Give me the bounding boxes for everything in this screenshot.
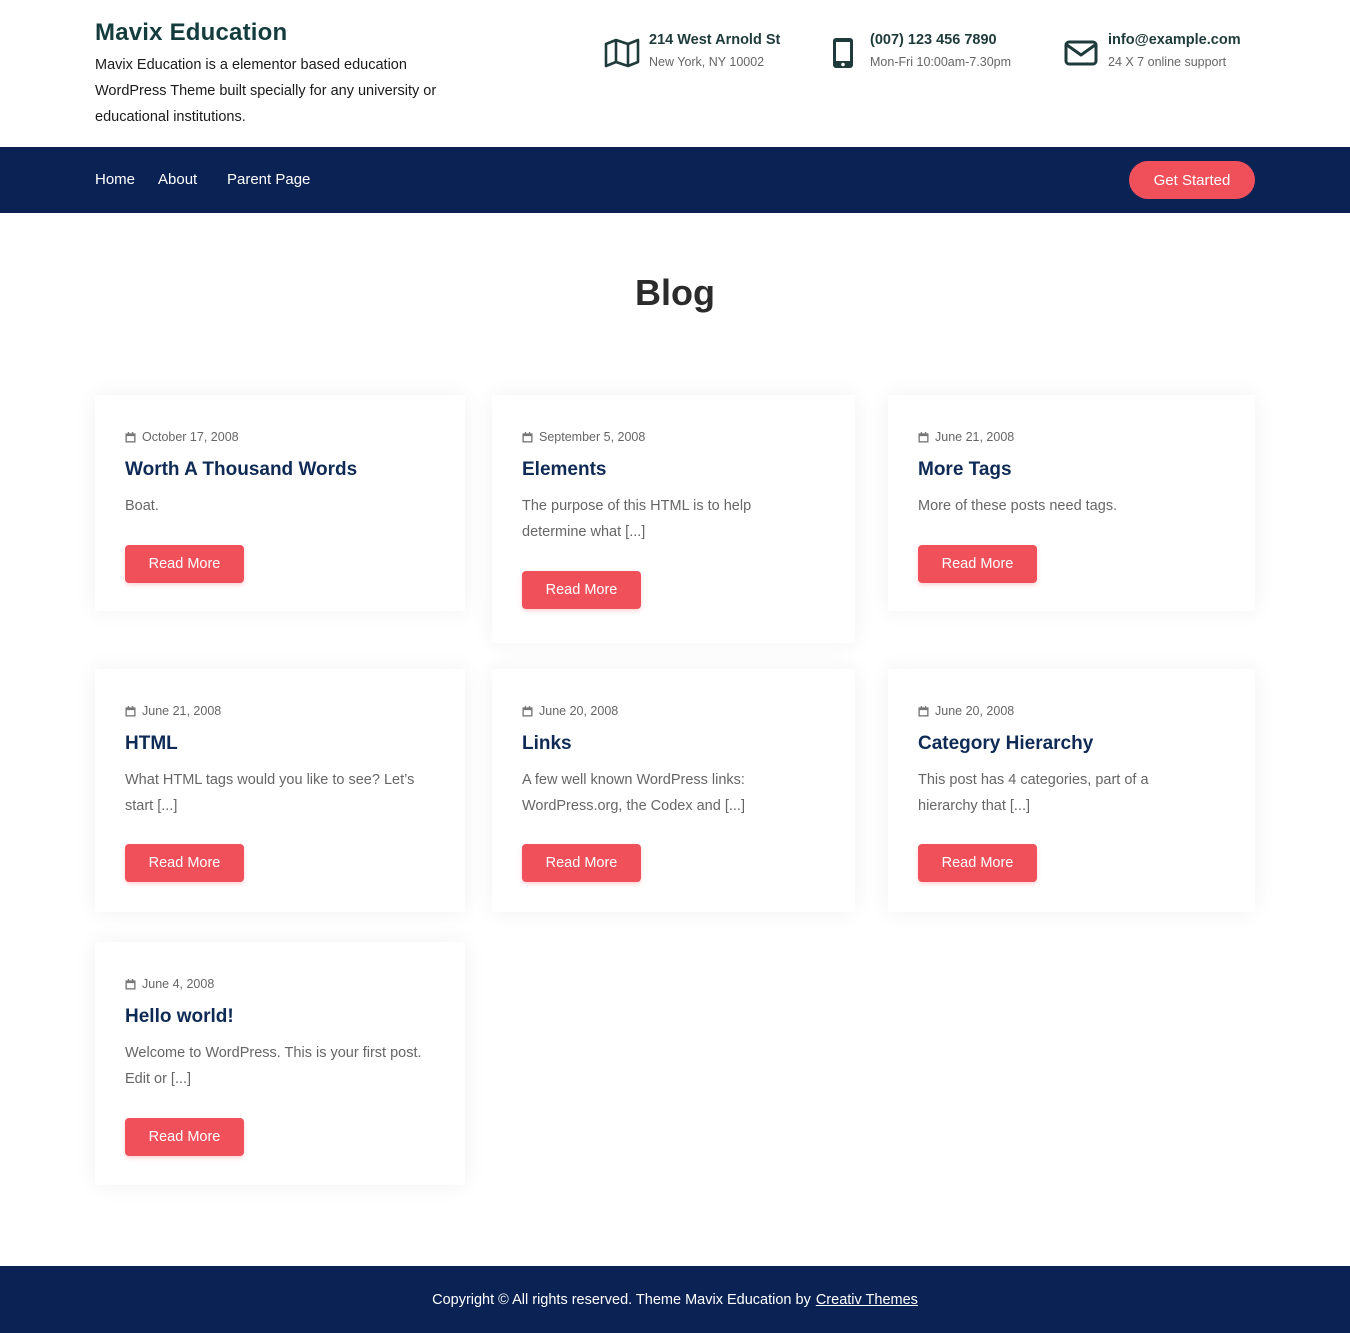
copyright-text: Copyright © All rights reserved. Theme M… [432,1291,811,1308]
site-footer: Copyright © All rights reserved. Theme M… [0,1266,1350,1333]
post-card: June 20, 2008 Category Hierarchy This po… [888,669,1255,912]
post-excerpt: The purpose of this HTML is to help dete… [522,498,752,540]
contact-phone: (007) 123 456 7890 Mon-Fri 10:00am-7.30p… [824,30,1011,74]
read-more-button[interactable]: Read More [125,1118,244,1156]
calendar-icon [522,431,533,443]
post-date: June 21, 2008 [935,430,1015,444]
post-date: June 20, 2008 [539,704,619,718]
post-excerpt: This post has 4 categories, part of a hi… [918,772,1149,814]
read-more-button[interactable]: Read More [125,844,244,882]
post-excerpt: Boat. [125,498,159,514]
post-excerpt: A few well known WordPress links: WordPr… [522,772,745,814]
read-more-button[interactable]: Read More [918,844,1037,882]
post-title[interactable]: Links [522,731,572,757]
mobile-phone-icon [824,36,862,70]
post-card: September 5, 2008 Elements The purpose o… [492,395,855,643]
read-more-button[interactable]: Read More [522,844,641,882]
nav-item-home[interactable]: Home [95,171,135,189]
post-title[interactable]: Elements [522,457,606,483]
read-more-button[interactable]: Read More [918,545,1037,583]
calendar-icon [918,705,929,717]
post-title[interactable]: Category Hierarchy [918,731,1093,757]
calendar-icon [125,705,136,717]
address-city: New York, NY 10002 [649,55,765,69]
post-title[interactable]: Hello world! [125,1004,234,1030]
map-icon [603,36,641,70]
calendar-icon [125,431,136,443]
post-title[interactable]: HTML [125,731,178,757]
phone-number[interactable]: (007) 123 456 7890 [870,30,1011,50]
post-date: October 17, 2008 [142,430,239,444]
email-address[interactable]: info@example.com [1108,30,1241,50]
read-more-button[interactable]: Read More [522,571,641,609]
contact-email: info@example.com 24 X 7 online support [1062,30,1241,74]
post-date: June 20, 2008 [935,704,1015,718]
post-card: October 17, 2008 Worth A Thousand Words … [95,395,465,611]
footer-credit-link[interactable]: Creativ Themes [816,1292,918,1308]
post-excerpt: Welcome to WordPress. This is your first… [125,1045,422,1087]
nav-item-parent-page[interactable]: Parent Page [227,171,310,189]
envelope-icon [1062,36,1100,70]
site-description: Mavix Education is a elementor based edu… [95,57,437,125]
post-date: June 21, 2008 [142,704,222,718]
nav-item-about[interactable]: About [158,171,197,189]
contact-address: 214 West Arnold St New York, NY 10002 [603,30,780,74]
site-title[interactable]: Mavix Education [95,18,455,48]
get-started-button[interactable]: Get Started [1129,161,1255,199]
address-line: 214 West Arnold St [649,32,781,48]
post-date: September 5, 2008 [539,430,646,444]
post-excerpt: More of these posts need tags. [918,498,1118,514]
site-header: Mavix Education Mavix Education is a ele… [0,0,1350,147]
main-navigation: Home About Parent Page Get Started [0,147,1350,213]
calendar-icon [918,431,929,443]
post-excerpt: What HTML tags would you like to see? Le… [125,772,415,814]
post-card: June 4, 2008 Hello world! Welcome to Wor… [95,942,465,1185]
post-title[interactable]: Worth A Thousand Words [125,457,357,483]
phone-hours: Mon-Fri 10:00am-7.30pm [870,55,1012,69]
post-card: June 21, 2008 HTML What HTML tags would … [95,669,465,912]
calendar-icon [522,705,533,717]
page-title: Blog [635,272,715,313]
read-more-button[interactable]: Read More [125,545,244,583]
post-card: June 21, 2008 More Tags More of these po… [888,395,1255,611]
post-title[interactable]: More Tags [918,457,1012,483]
brand: Mavix Education Mavix Education is a ele… [95,18,455,130]
post-card: June 20, 2008 Links A few well known Wor… [492,669,855,912]
email-support: 24 X 7 online support [1108,55,1227,69]
post-date: June 4, 2008 [142,977,215,991]
calendar-icon [125,978,136,990]
